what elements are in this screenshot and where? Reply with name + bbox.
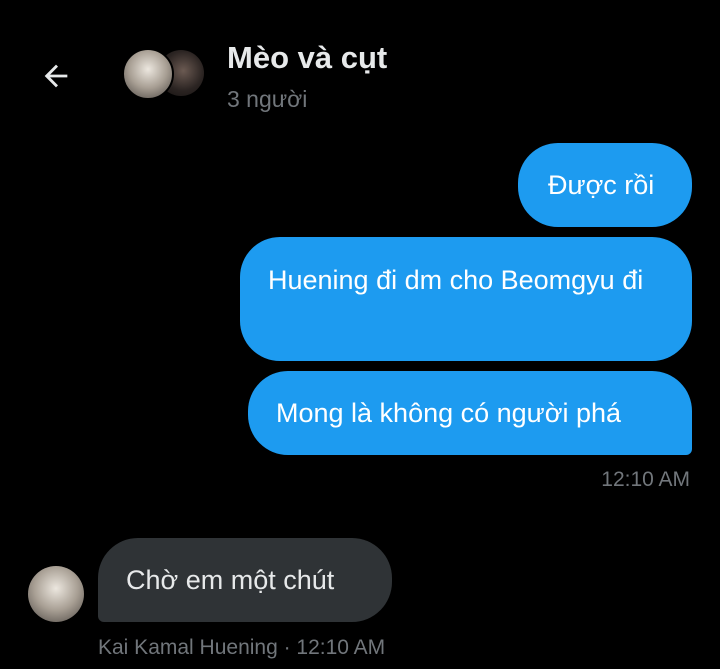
sent-message-bubble[interactable]: Mong là không có người phá bbox=[248, 371, 692, 455]
received-message-bubble[interactable]: Chờ em một chút bbox=[98, 538, 392, 622]
message-sender-meta: Kai Kamal Huening · 12:10 AM bbox=[98, 636, 386, 659]
group-avatar[interactable] bbox=[122, 48, 204, 102]
conversation-title[interactable]: Mèo và cụt bbox=[227, 40, 387, 76]
sent-message-bubble[interactable]: Được rồi bbox=[518, 143, 692, 227]
arrow-left-icon bbox=[44, 64, 68, 88]
message-text: Huening đi dm cho Beomgyu đi bbox=[268, 265, 644, 295]
member-avatar bbox=[122, 48, 174, 100]
participant-count: 3 người bbox=[227, 86, 308, 112]
sent-message-bubble[interactable]: Huening đi dm cho Beomgyu đi bbox=[240, 237, 692, 361]
message-timestamp: 12:10 AM bbox=[601, 468, 690, 491]
message-text: Chờ em một chút bbox=[126, 565, 335, 595]
back-button[interactable] bbox=[36, 56, 76, 96]
message-text: Mong là không có người phá bbox=[276, 398, 622, 428]
sender-avatar[interactable] bbox=[28, 566, 84, 622]
message-text: Được rồi bbox=[548, 170, 655, 200]
